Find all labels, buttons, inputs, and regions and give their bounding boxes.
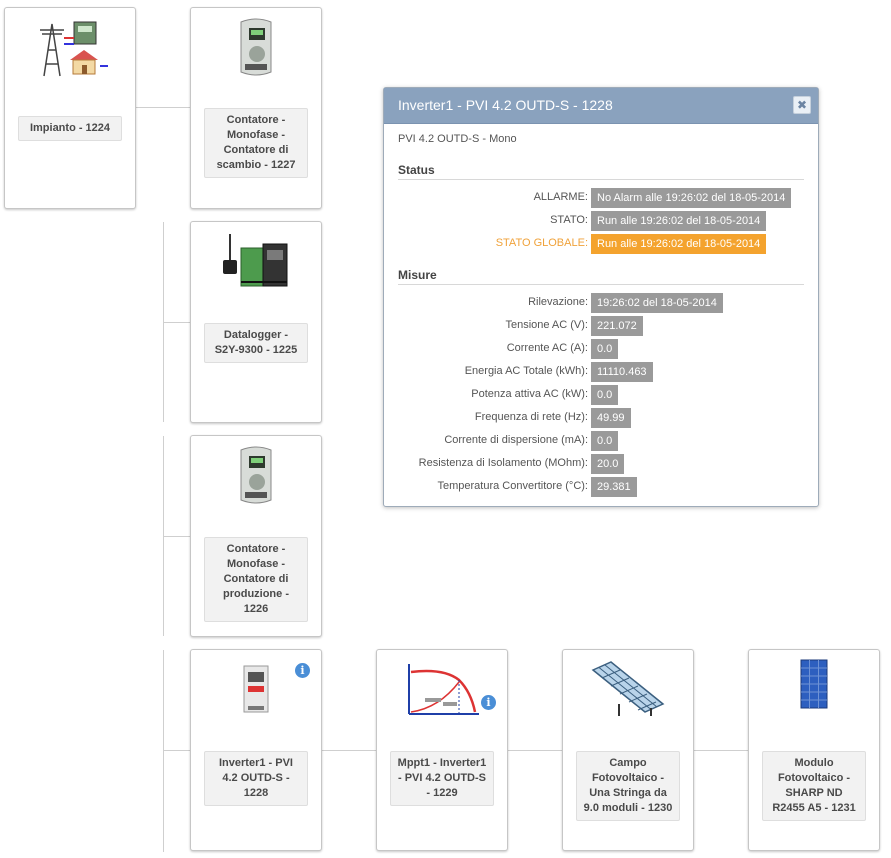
node-inverter-label[interactable]: Inverter1 - PVI 4.2 OUTD-S - 1228 bbox=[204, 751, 308, 806]
misure-value: 20.0 bbox=[591, 454, 625, 474]
status-row: STATO: Run alle 19:26:02 del 18-05-2014 bbox=[398, 211, 804, 231]
connector-line bbox=[507, 750, 562, 751]
mppt-chart-icon bbox=[377, 658, 507, 728]
status-value: Run alle 19:26:02 del 18-05-2014 bbox=[591, 211, 767, 231]
node-datalogger[interactable]: Datalogger - S2Y-9300 - 1225 bbox=[190, 221, 322, 423]
node-mppt-label[interactable]: Mppt1 - Inverter1 - PVI 4.2 OUTD-S - 122… bbox=[390, 751, 494, 806]
status-key: STATO: bbox=[550, 214, 588, 226]
misure-section-title: Misure bbox=[398, 268, 804, 285]
node-contatore-scambio-label[interactable]: Contatore - Monofase - Contatore di scam… bbox=[204, 108, 308, 178]
status-section-title: Status bbox=[398, 163, 804, 180]
close-icon[interactable]: ✖ bbox=[793, 96, 811, 114]
node-inverter[interactable]: i Inverter1 - PVI 4.2 OUTD-S - 1228 bbox=[190, 649, 322, 851]
misure-row: Corrente di dispersione (mA): 0.0 bbox=[398, 431, 804, 451]
connector-line bbox=[693, 750, 748, 751]
misure-row: Rilevazione: 19:26:02 del 18-05-2014 bbox=[398, 293, 804, 313]
misure-row: Corrente AC (A): 0.0 bbox=[398, 339, 804, 359]
node-campo-label[interactable]: Campo Fotovoltaico - Una Stringa da 9.0 … bbox=[576, 751, 680, 821]
node-datalogger-label[interactable]: Datalogger - S2Y-9300 - 1225 bbox=[204, 323, 308, 363]
solar-panel-icon bbox=[749, 658, 879, 728]
popup-subtitle: PVI 4.2 OUTD-S - Mono bbox=[398, 133, 517, 145]
inverter-detail-popup: Inverter1 - PVI 4.2 OUTD-S - 1228 ✖ PVI … bbox=[383, 87, 819, 507]
node-modulo-label[interactable]: Modulo Fotovoltaico - SHARP ND R2455 A5 … bbox=[762, 751, 866, 821]
meter-icon bbox=[191, 444, 321, 514]
status-value: No Alarm alle 19:26:02 del 18-05-2014 bbox=[591, 188, 792, 208]
connector-line bbox=[163, 536, 190, 537]
misure-row: Tensione AC (V): 221.072 bbox=[398, 316, 804, 336]
node-contatore-scambio[interactable]: Contatore - Monofase - Contatore di scam… bbox=[190, 7, 322, 209]
misure-value: 0.0 bbox=[591, 431, 619, 451]
misure-key: Corrente di dispersione (mA): bbox=[444, 434, 588, 446]
connector-line bbox=[321, 750, 376, 751]
misure-value: 0.0 bbox=[591, 339, 619, 359]
connector-line bbox=[163, 750, 190, 751]
misure-value: 221.072 bbox=[591, 316, 643, 336]
misure-row: Energia AC Totale (kWh): 11110.463 bbox=[398, 362, 804, 382]
misure-row: Temperatura Convertitore (°C): 29.381 bbox=[398, 477, 804, 497]
misure-key: Energia AC Totale (kWh): bbox=[464, 365, 588, 377]
node-contatore-produzione-label[interactable]: Contatore - Monofase - Contatore di prod… bbox=[204, 537, 308, 622]
misure-value: 11110.463 bbox=[591, 362, 653, 382]
status-row: ALLARME: No Alarm alle 19:26:02 del 18-0… bbox=[398, 188, 804, 208]
misure-key: Rilevazione: bbox=[528, 296, 588, 308]
solar-array-icon bbox=[563, 658, 693, 728]
misure-row: Resistenza di Isolamento (MOhm): 20.0 bbox=[398, 454, 804, 474]
connector-line bbox=[163, 650, 164, 852]
misure-row: Frequenza di rete (Hz): 49.99 bbox=[398, 408, 804, 428]
node-contatore-produzione[interactable]: Contatore - Monofase - Contatore di prod… bbox=[190, 435, 322, 637]
misure-value: 0.0 bbox=[591, 385, 619, 405]
misure-value: 49.99 bbox=[591, 408, 631, 428]
status-value-highlight: Run alle 19:26:02 del 18-05-2014 bbox=[591, 234, 767, 254]
datalogger-icon bbox=[191, 230, 321, 300]
misure-row: Potenza attiva AC (kW): 0.0 bbox=[398, 385, 804, 405]
meter-icon bbox=[191, 16, 321, 86]
connector-line bbox=[163, 322, 190, 323]
status-key: ALLARME: bbox=[533, 191, 588, 203]
misure-value: 19:26:02 del 18-05-2014 bbox=[591, 293, 723, 313]
connector-line bbox=[135, 107, 190, 108]
node-modulo[interactable]: Modulo Fotovoltaico - SHARP ND R2455 A5 … bbox=[748, 649, 880, 851]
misure-key: Frequenza di rete (Hz): bbox=[474, 411, 588, 423]
power-grid-house-icon bbox=[5, 16, 135, 86]
misure-key: Corrente AC (A): bbox=[506, 342, 588, 354]
info-icon[interactable]: i bbox=[295, 663, 310, 678]
status-row: STATO GLOBALE: Run alle 19:26:02 del 18-… bbox=[398, 234, 804, 254]
node-impianto-label[interactable]: Impianto - 1224 bbox=[18, 116, 122, 141]
misure-key: Tensione AC (V): bbox=[505, 319, 588, 331]
node-mppt[interactable]: i Mppt1 - Inverter1 - PVI 4.2 OUTD-S - 1… bbox=[376, 649, 508, 851]
misure-key: Resistenza di Isolamento (MOhm): bbox=[418, 457, 588, 469]
node-campo[interactable]: Campo Fotovoltaico - Una Stringa da 9.0 … bbox=[562, 649, 694, 851]
info-icon[interactable]: i bbox=[481, 695, 496, 710]
status-key: STATO GLOBALE: bbox=[495, 237, 588, 249]
misure-value: 29.381 bbox=[591, 477, 637, 497]
node-impianto[interactable]: Impianto - 1224 bbox=[4, 7, 136, 209]
misure-key: Potenza attiva AC (kW): bbox=[471, 388, 588, 400]
misure-key: Temperatura Convertitore (°C): bbox=[437, 480, 588, 492]
popup-title: Inverter1 - PVI 4.2 OUTD-S - 1228 bbox=[384, 88, 818, 124]
